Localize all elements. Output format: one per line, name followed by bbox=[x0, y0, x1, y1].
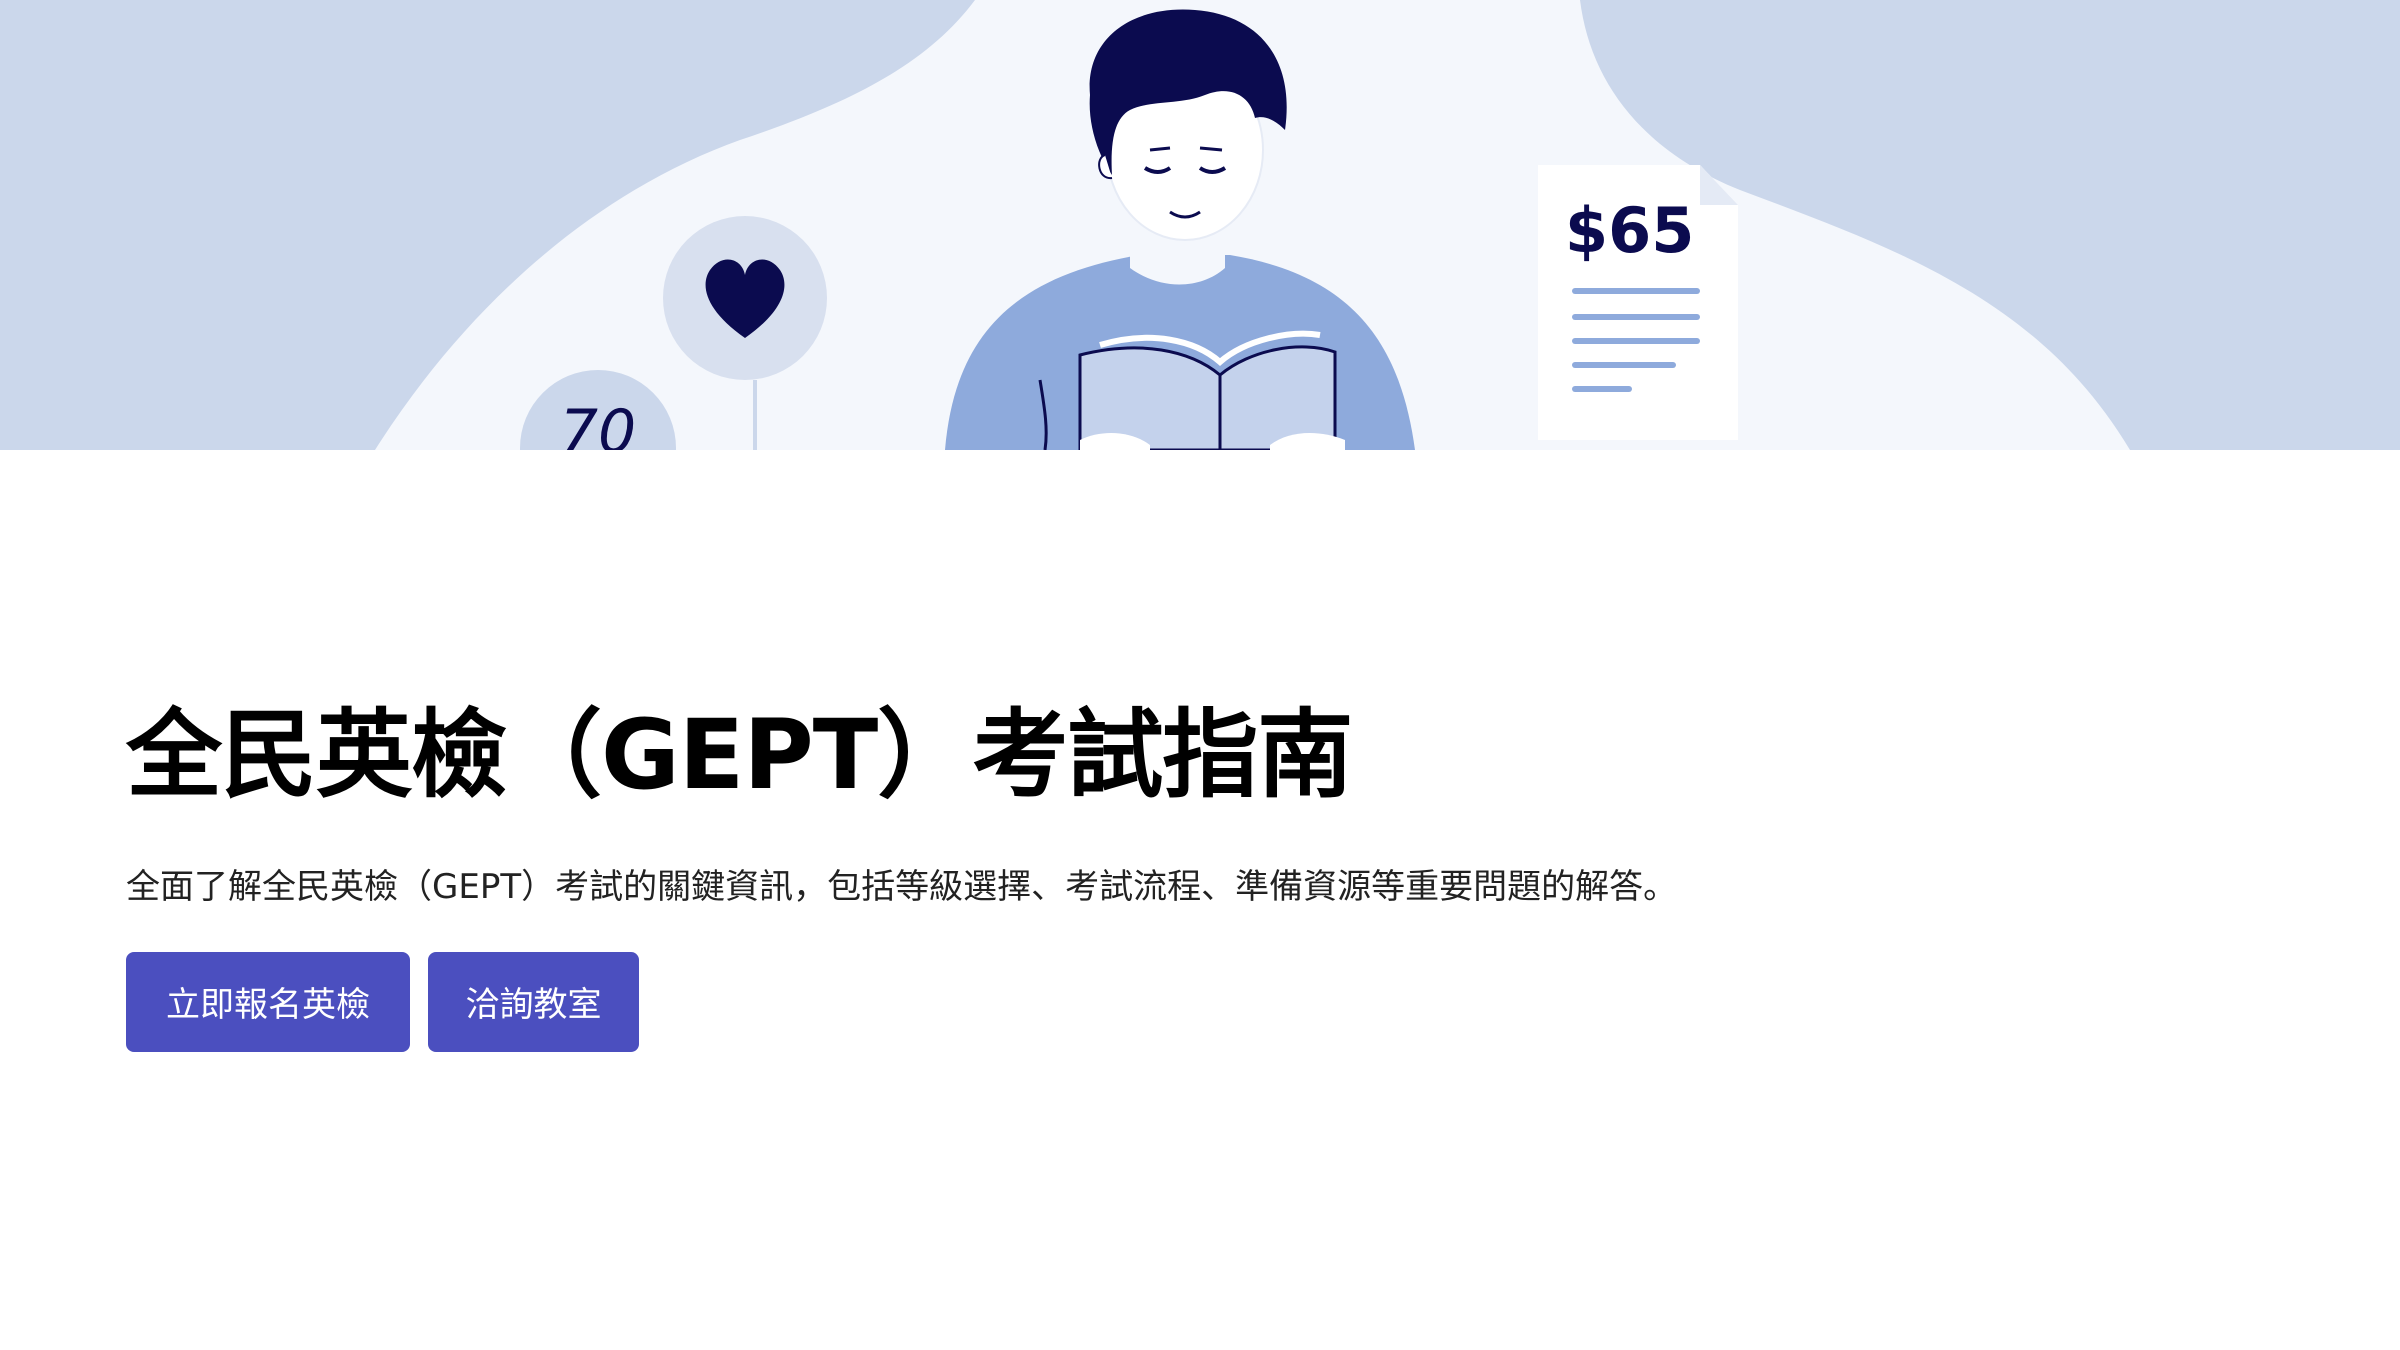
page-subtitle: 全面了解全民英檢（GEPT）考試的關鍵資訊，包括等級選擇、考試流程、準備資源等重… bbox=[126, 867, 1678, 908]
hero-illustration: 70 $65 bbox=[0, 0, 2400, 450]
hero-banner: 70 $65 bbox=[0, 0, 2400, 450]
page: 70 $65 全民英檢（GEPT）考試指南 全面了解全民英檢（GEPT）考試的關… bbox=[0, 0, 2400, 1350]
register-gept-button[interactable]: 立即報名英檢 bbox=[126, 951, 410, 1052]
cta-button-group: 立即報名英檢 洽詢教室 bbox=[126, 951, 2276, 1052]
page-title: 全民英檢（GEPT）考試指南 bbox=[126, 699, 1353, 811]
hero-content: 全民英檢（GEPT）考試指南 全面了解全民英檢（GEPT）考試的關鍵資訊，包括等… bbox=[126, 700, 2276, 1052]
contact-classroom-button[interactable]: 洽詢教室 bbox=[428, 951, 639, 1052]
price-receipt-icon: $65 bbox=[1538, 165, 1738, 440]
svg-text:70: 70 bbox=[560, 397, 636, 450]
svg-text:$65: $65 bbox=[1565, 194, 1694, 267]
